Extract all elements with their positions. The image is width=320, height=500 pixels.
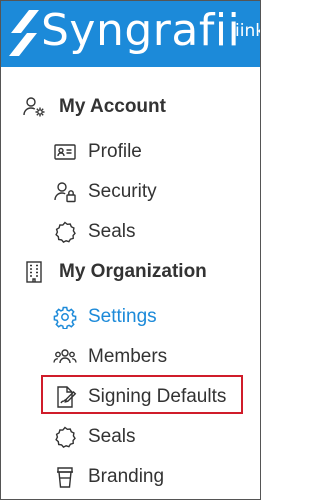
nav-item-security[interactable]: Security — [1, 175, 260, 209]
nav-item-label-account-seals: Seals — [88, 221, 136, 242]
app-frame: Syngrafii iink My Account — [0, 0, 261, 500]
section-label-my-account: My Account — [59, 96, 166, 117]
section-label-my-organization: My Organization — [59, 261, 207, 282]
settings-nav: My Account Profile Security Seals My Org… — [1, 67, 260, 499]
syngrafii-s-logo-icon[interactable] — [7, 8, 41, 58]
id-card-icon — [52, 139, 78, 165]
nav-item-members[interactable]: Members — [1, 340, 260, 374]
nav-item-label-security: Security — [88, 181, 157, 202]
user-lock-icon — [52, 179, 78, 205]
seal-icon — [52, 424, 78, 450]
nav-item-profile[interactable]: Profile — [1, 135, 260, 169]
cup-icon — [52, 464, 78, 490]
nav-item-label-profile: Profile — [88, 141, 142, 162]
top-bar: Syngrafii iink — [1, 1, 260, 67]
section-my-organization[interactable]: My Organization — [1, 255, 260, 289]
nav-item-branding[interactable]: Branding — [1, 460, 260, 494]
seal-icon — [52, 219, 78, 245]
nav-item-label-members: Members — [88, 346, 168, 367]
nav-item-account-seals[interactable]: Seals — [1, 215, 260, 249]
nav-item-label-signing-defaults: Signing Defaults — [88, 386, 227, 407]
nav-item-label-organization-seals: Seals — [88, 426, 136, 447]
nav-item-signing-defaults[interactable]: Signing Defaults — [1, 380, 260, 414]
user-name-fragment[interactable]: iink — [235, 21, 260, 41]
building-icon — [21, 259, 47, 285]
nav-item-label-branding: Branding — [88, 466, 165, 487]
user-gear-icon — [21, 94, 47, 120]
nav-item-organization-seals[interactable]: Seals — [1, 420, 260, 454]
nav-item-settings[interactable]: Settings — [1, 300, 260, 334]
document-sign-icon — [52, 384, 78, 410]
section-my-account[interactable]: My Account — [1, 90, 260, 124]
gear-icon — [52, 304, 78, 330]
brand-name[interactable]: Syngrafii — [41, 3, 240, 59]
users-icon — [52, 344, 78, 370]
nav-item-label-settings: Settings — [88, 306, 157, 327]
